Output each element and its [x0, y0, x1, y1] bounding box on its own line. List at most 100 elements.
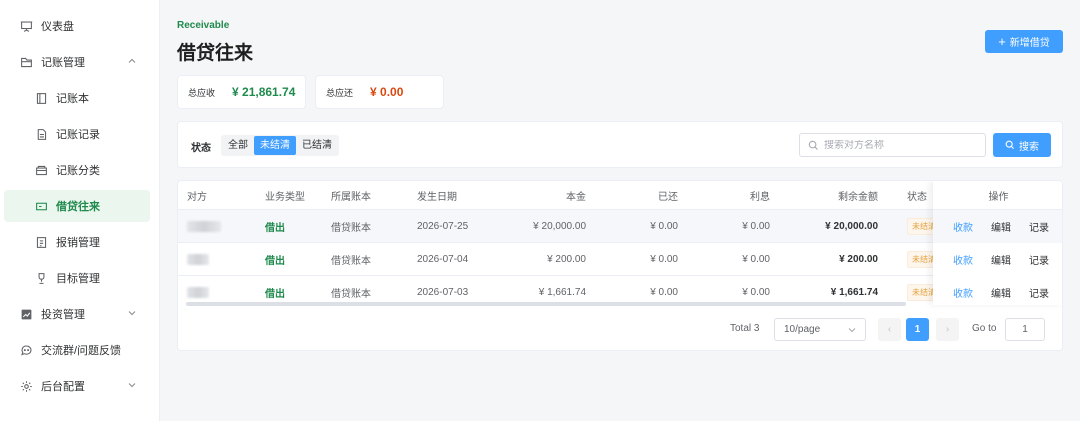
pagination: Total 3 10/page ‹ 1 › Go to [178, 317, 1062, 341]
search-input[interactable] [824, 139, 974, 151]
paid-cell: ¥ 0.00 [650, 253, 678, 265]
type-cell: 借出 [265, 255, 285, 267]
history-button[interactable]: 记录 [1029, 219, 1049, 234]
total-payable-value: ¥ 0.00 [370, 85, 404, 99]
document-icon [34, 127, 48, 141]
column-header-type: 业务类型 [265, 191, 305, 203]
total-payable-label: 总应还 [326, 87, 354, 98]
search-button[interactable]: 搜索 [993, 133, 1051, 157]
sidebar-item-reimbursement[interactable]: 报销管理 [0, 226, 160, 258]
goto-label: Go to [972, 323, 997, 334]
chevron-right-icon: › [945, 324, 950, 335]
history-button[interactable]: 记录 [1029, 285, 1049, 300]
row-actions: 收款 编辑 记录 [933, 276, 1062, 309]
table-header: 对方 业务类型 所属账本 发生日期 本金 已还 利息 剩余金额 状态 [178, 181, 1062, 210]
sidebar-item-label: 报销管理 [56, 237, 100, 249]
gear-icon [19, 379, 33, 393]
sidebar-item-feedback[interactable]: 交流群/问题反馈 [0, 334, 160, 366]
chevron-down-icon [126, 379, 138, 391]
status-option-settled[interactable]: 已结清 [296, 136, 338, 155]
new-loan-button[interactable]: + 新增借贷 [985, 30, 1063, 53]
status-segmented-control: 全部 未结清 已结清 [221, 135, 339, 156]
sidebar-item-goals[interactable]: 目标管理 [0, 262, 160, 294]
notebook-icon [34, 91, 48, 105]
column-header-party: 对方 [187, 191, 207, 203]
account-cell: 借贷账本 [331, 255, 371, 267]
money-icon [34, 199, 48, 213]
horizontal-scrollbar[interactable] [186, 302, 906, 306]
interest-cell: ¥ 0.00 [742, 253, 770, 265]
sidebar-item-label: 后台配置 [41, 381, 85, 393]
column-header-paid: 已还 [658, 191, 678, 203]
edit-button[interactable]: 编辑 [991, 285, 1011, 300]
sidebar-item-label: 借贷往来 [56, 201, 100, 213]
collect-button[interactable]: 收款 [953, 252, 973, 267]
date-cell: 2026-07-25 [417, 220, 469, 232]
row-actions: 收款 编辑 记录 [933, 210, 1062, 243]
pagination-total: Total 3 [730, 323, 760, 334]
sidebar-item-label: 记账记录 [56, 129, 100, 141]
search-icon [808, 140, 819, 151]
edit-button[interactable]: 编辑 [991, 219, 1011, 234]
date-cell: 2026-07-04 [417, 253, 469, 265]
collect-button[interactable]: 收款 [953, 285, 973, 300]
status-option-all[interactable]: 全部 [222, 136, 254, 155]
folder-icon [19, 55, 33, 69]
page-number-button[interactable]: 1 [906, 318, 929, 341]
sidebar-item-bookkeeping[interactable]: 记账管理 [0, 46, 160, 78]
sidebar-item-investment[interactable]: 投资管理 [0, 298, 160, 330]
remaining-cell: ¥ 20,000.00 [825, 220, 878, 232]
loans-table: 对方 业务类型 所属账本 发生日期 本金 已还 利息 剩余金额 状态 借出 借贷… [177, 180, 1063, 351]
table-row[interactable]: 借出 借贷账本 2026-07-04 ¥ 200.00 ¥ 0.00 ¥ 0.0… [178, 243, 1062, 276]
sidebar-item-label: 仪表盘 [41, 21, 74, 33]
interest-cell: ¥ 0.00 [742, 220, 770, 232]
column-header-account: 所属账本 [331, 191, 371, 203]
column-header-principal: 本金 [566, 191, 586, 203]
sidebar-item-label: 记账管理 [41, 57, 85, 69]
chat-icon [19, 343, 33, 357]
sidebar-item-records[interactable]: 记账记录 [0, 118, 160, 150]
chevron-left-icon: ‹ [887, 324, 892, 335]
search-icon [1005, 140, 1015, 150]
status-option-unsettled[interactable]: 未结清 [254, 136, 296, 155]
party-name-redacted [187, 210, 247, 242]
sidebar: 仪表盘 记账管理 记账本 记账记录 记账分类 借贷往来 报销管理 目标管理 投资… [0, 0, 160, 421]
edit-button[interactable]: 编辑 [991, 252, 1011, 267]
status-filter-label: 状态 [191, 143, 211, 154]
collect-button[interactable]: 收款 [953, 219, 973, 234]
total-receivable-value: ¥ 21,861.74 [232, 85, 296, 99]
box-icon [34, 163, 48, 177]
type-cell: 借出 [265, 222, 285, 234]
page-title: 借贷往来 [177, 43, 254, 64]
sidebar-item-label: 目标管理 [56, 273, 100, 285]
actions-column: 操作 收款 编辑 记录 收款 编辑 记录 收款 编辑 记录 [933, 181, 1062, 305]
account-cell: 借贷账本 [331, 222, 371, 234]
prev-page-button[interactable]: ‹ [878, 318, 901, 341]
search-box [799, 133, 986, 157]
goto-page-input[interactable] [1005, 318, 1045, 341]
party-name-redacted [187, 243, 247, 275]
filter-bar: 状态 全部 未结清 已结清 搜索 [177, 121, 1063, 168]
sidebar-item-dashboard[interactable]: 仪表盘 [0, 10, 160, 42]
presentation-icon [19, 19, 33, 33]
next-page-button[interactable]: › [936, 318, 959, 341]
sidebar-item-ledger[interactable]: 记账本 [0, 82, 160, 114]
sidebar-item-categories[interactable]: 记账分类 [0, 154, 160, 186]
principal-cell: ¥ 200.00 [547, 253, 586, 265]
search-button-label: 搜索 [1019, 141, 1039, 153]
table-row[interactable]: 借出 借贷账本 2026-07-25 ¥ 20,000.00 ¥ 0.00 ¥ … [178, 210, 1062, 243]
history-button[interactable]: 记录 [1029, 252, 1049, 267]
page-eyebrow: Receivable [177, 20, 230, 31]
sidebar-item-admin[interactable]: 后台配置 [0, 370, 160, 402]
sidebar-item-loans[interactable]: 借贷往来 [4, 190, 150, 222]
page-size-select[interactable]: 10/page [774, 318, 866, 341]
page-size-value: 10/page [784, 324, 821, 335]
chevron-down-icon [847, 325, 857, 335]
chevron-up-icon [126, 55, 138, 67]
new-loan-button-label: 新增借贷 [1009, 38, 1050, 49]
report-icon [34, 235, 48, 249]
sidebar-item-label: 记账本 [56, 93, 89, 105]
column-header-remaining: 剩余金额 [838, 191, 878, 203]
chevron-down-icon [126, 307, 138, 319]
column-header-date: 发生日期 [417, 191, 457, 203]
